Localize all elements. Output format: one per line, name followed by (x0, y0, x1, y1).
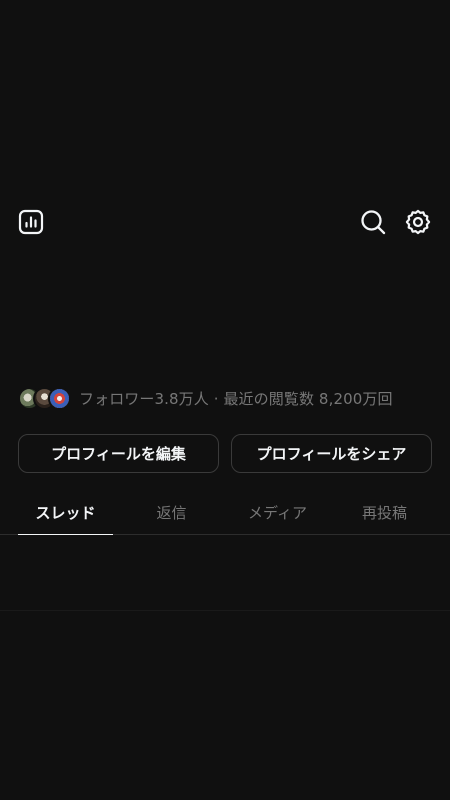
avatar (48, 387, 71, 410)
settings-button[interactable] (403, 207, 433, 237)
search-button[interactable] (358, 207, 388, 237)
follower-avatars (18, 386, 74, 410)
insights-button[interactable] (16, 207, 46, 237)
followers-count-text: フォロワー3.8万人 · 最近の閲覧数 8,200万回 (79, 389, 393, 408)
tab-replies[interactable]: 返信 (124, 490, 219, 534)
top-bar (0, 205, 450, 239)
gear-icon (405, 209, 431, 235)
followers-row[interactable]: フォロワー3.8万人 · 最近の閲覧数 8,200万回 (18, 386, 393, 410)
profile-action-buttons: プロフィールを編集 プロフィールをシェア (18, 434, 432, 473)
search-icon (361, 210, 386, 235)
share-profile-button[interactable]: プロフィールをシェア (231, 434, 432, 473)
bar-chart-icon (18, 209, 44, 235)
feed-divider (0, 610, 450, 611)
tab-reposts[interactable]: 再投稿 (337, 490, 432, 534)
profile-tabs: スレッド 返信 メディア 再投稿 (0, 490, 450, 535)
edit-profile-button[interactable]: プロフィールを編集 (18, 434, 219, 473)
tab-threads[interactable]: スレッド (18, 490, 113, 535)
tab-media[interactable]: メディア (230, 490, 325, 534)
